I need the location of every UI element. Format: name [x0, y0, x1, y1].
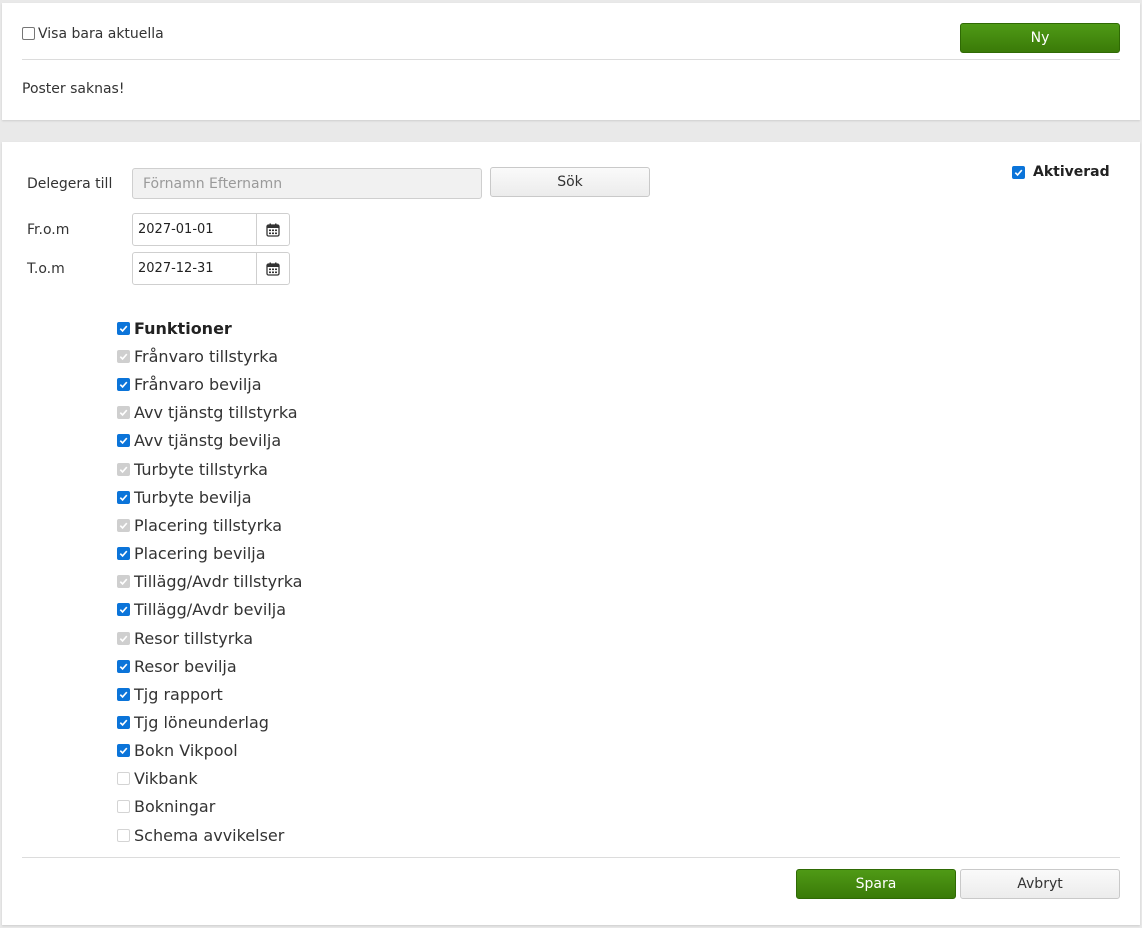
function-label: Frånvaro tillstyrka [134, 347, 278, 366]
function-item: Placering tillstyrka [115, 515, 415, 537]
function-checkbox[interactable] [117, 715, 130, 729]
activated-label: Aktiverad [1033, 164, 1110, 180]
function-label: Avv tjänstg bevilja [134, 431, 282, 451]
function-checkbox [117, 350, 130, 363]
functions-header[interactable]: Funktioner [115, 318, 415, 340]
function-label: Placering bevilja [134, 544, 266, 564]
function-label: Tillägg/Avdr tillstyrka [134, 572, 303, 592]
delegation-form-panel: Delegera till Sök Aktiverad Fr.o.m 2027-… [2, 142, 1140, 925]
function-item: Avv tjänstg tillstyrka [115, 402, 415, 424]
from-date-group: 2027-01-01 [132, 213, 290, 246]
function-checkbox[interactable] [117, 547, 130, 561]
functions-header-checkbox[interactable] [117, 322, 130, 335]
function-item[interactable]: Placering bevilja [115, 543, 415, 565]
function-label: Avv tjänstg tillstyrka [134, 403, 298, 423]
function-checkbox[interactable] [117, 687, 130, 701]
function-label: Tillägg/Avdr bevilja [134, 600, 287, 620]
function-label: Bokningar [134, 797, 216, 817]
function-item: Tillägg/Avdr tillstyrka [115, 571, 415, 593]
function-checkbox [117, 772, 130, 786]
function-label: Placering tillstyrka [134, 515, 282, 535]
function-item[interactable]: Tillägg/Avdr bevilja [115, 599, 415, 621]
function-checkbox[interactable] [117, 744, 130, 758]
activated-checkbox[interactable] [1012, 166, 1025, 179]
function-checkbox[interactable] [117, 378, 130, 392]
function-item[interactable]: Bokn Vikpool [115, 740, 415, 762]
function-checkbox [117, 828, 130, 842]
function-item: Bokningar [115, 796, 415, 818]
function-item: Schema avvikelser [115, 825, 415, 847]
function-checkbox [117, 518, 130, 532]
calendar-icon[interactable] [256, 253, 289, 284]
search-button[interactable]: Sök [490, 167, 650, 197]
function-checkbox[interactable] [117, 490, 130, 504]
function-label: Vikbank [134, 769, 198, 789]
to-date-group: 2027-12-31 [132, 252, 290, 285]
from-date-input[interactable]: 2027-01-01 [133, 214, 256, 245]
from-label: Fr.o.m [27, 222, 70, 238]
function-item[interactable]: Tjg rapport [115, 684, 415, 706]
function-item[interactable]: Turbyte bevilja [115, 487, 415, 509]
calendar-icon[interactable] [256, 214, 289, 245]
function-label: Schema avvikelser [134, 825, 285, 845]
top-panel: Visa bara aktuella Ny Poster saknas! [2, 3, 1140, 120]
function-label: Bokn Vikpool [134, 741, 238, 761]
function-checkbox[interactable] [117, 603, 130, 617]
to-label: T.o.m [27, 261, 65, 277]
function-checkbox [117, 462, 130, 476]
function-checkbox[interactable] [117, 434, 130, 448]
save-button[interactable]: Spara [796, 869, 956, 899]
function-label: Frånvaro bevilja [134, 375, 262, 395]
empty-message: Poster saknas! [22, 81, 125, 97]
functions-header-label: Funktioner [134, 319, 232, 338]
function-item[interactable]: Avv tjänstg bevilja [115, 430, 415, 452]
show-current-label: Visa bara aktuella [38, 26, 164, 42]
function-label: Tjg löneunderlag [134, 712, 269, 732]
top-divider [22, 59, 1120, 60]
function-label: Resor bevilja [134, 656, 237, 676]
function-checkbox [117, 406, 130, 420]
function-item[interactable]: Resor bevilja [115, 656, 415, 678]
function-label: Resor tillstyrka [134, 628, 254, 648]
to-date-input[interactable]: 2027-12-31 [133, 253, 256, 284]
bottom-divider [22, 857, 1120, 858]
new-button[interactable]: Ny [960, 23, 1120, 53]
function-checkbox [117, 800, 130, 814]
function-label: Turbyte tillstyrka [134, 459, 268, 479]
function-item: Vikbank [115, 768, 415, 790]
function-checkbox[interactable] [117, 659, 130, 673]
function-item: Resor tillstyrka [115, 628, 415, 650]
delegate-label: Delegera till [27, 176, 113, 192]
function-item[interactable]: Frånvaro bevilja [115, 374, 415, 396]
function-checkbox [117, 575, 130, 589]
function-label: Turbyte bevilja [134, 487, 252, 507]
function-item: Frånvaro tillstyrka [115, 346, 415, 368]
function-item[interactable]: Tjg löneunderlag [115, 712, 415, 734]
function-item: Turbyte tillstyrka [115, 459, 415, 481]
function-checkbox [117, 631, 130, 645]
function-label: Tjg rapport [134, 684, 223, 704]
cancel-button[interactable]: Avbryt [960, 869, 1120, 899]
delegate-input[interactable] [132, 168, 482, 199]
show-current-checkbox[interactable] [22, 27, 35, 40]
